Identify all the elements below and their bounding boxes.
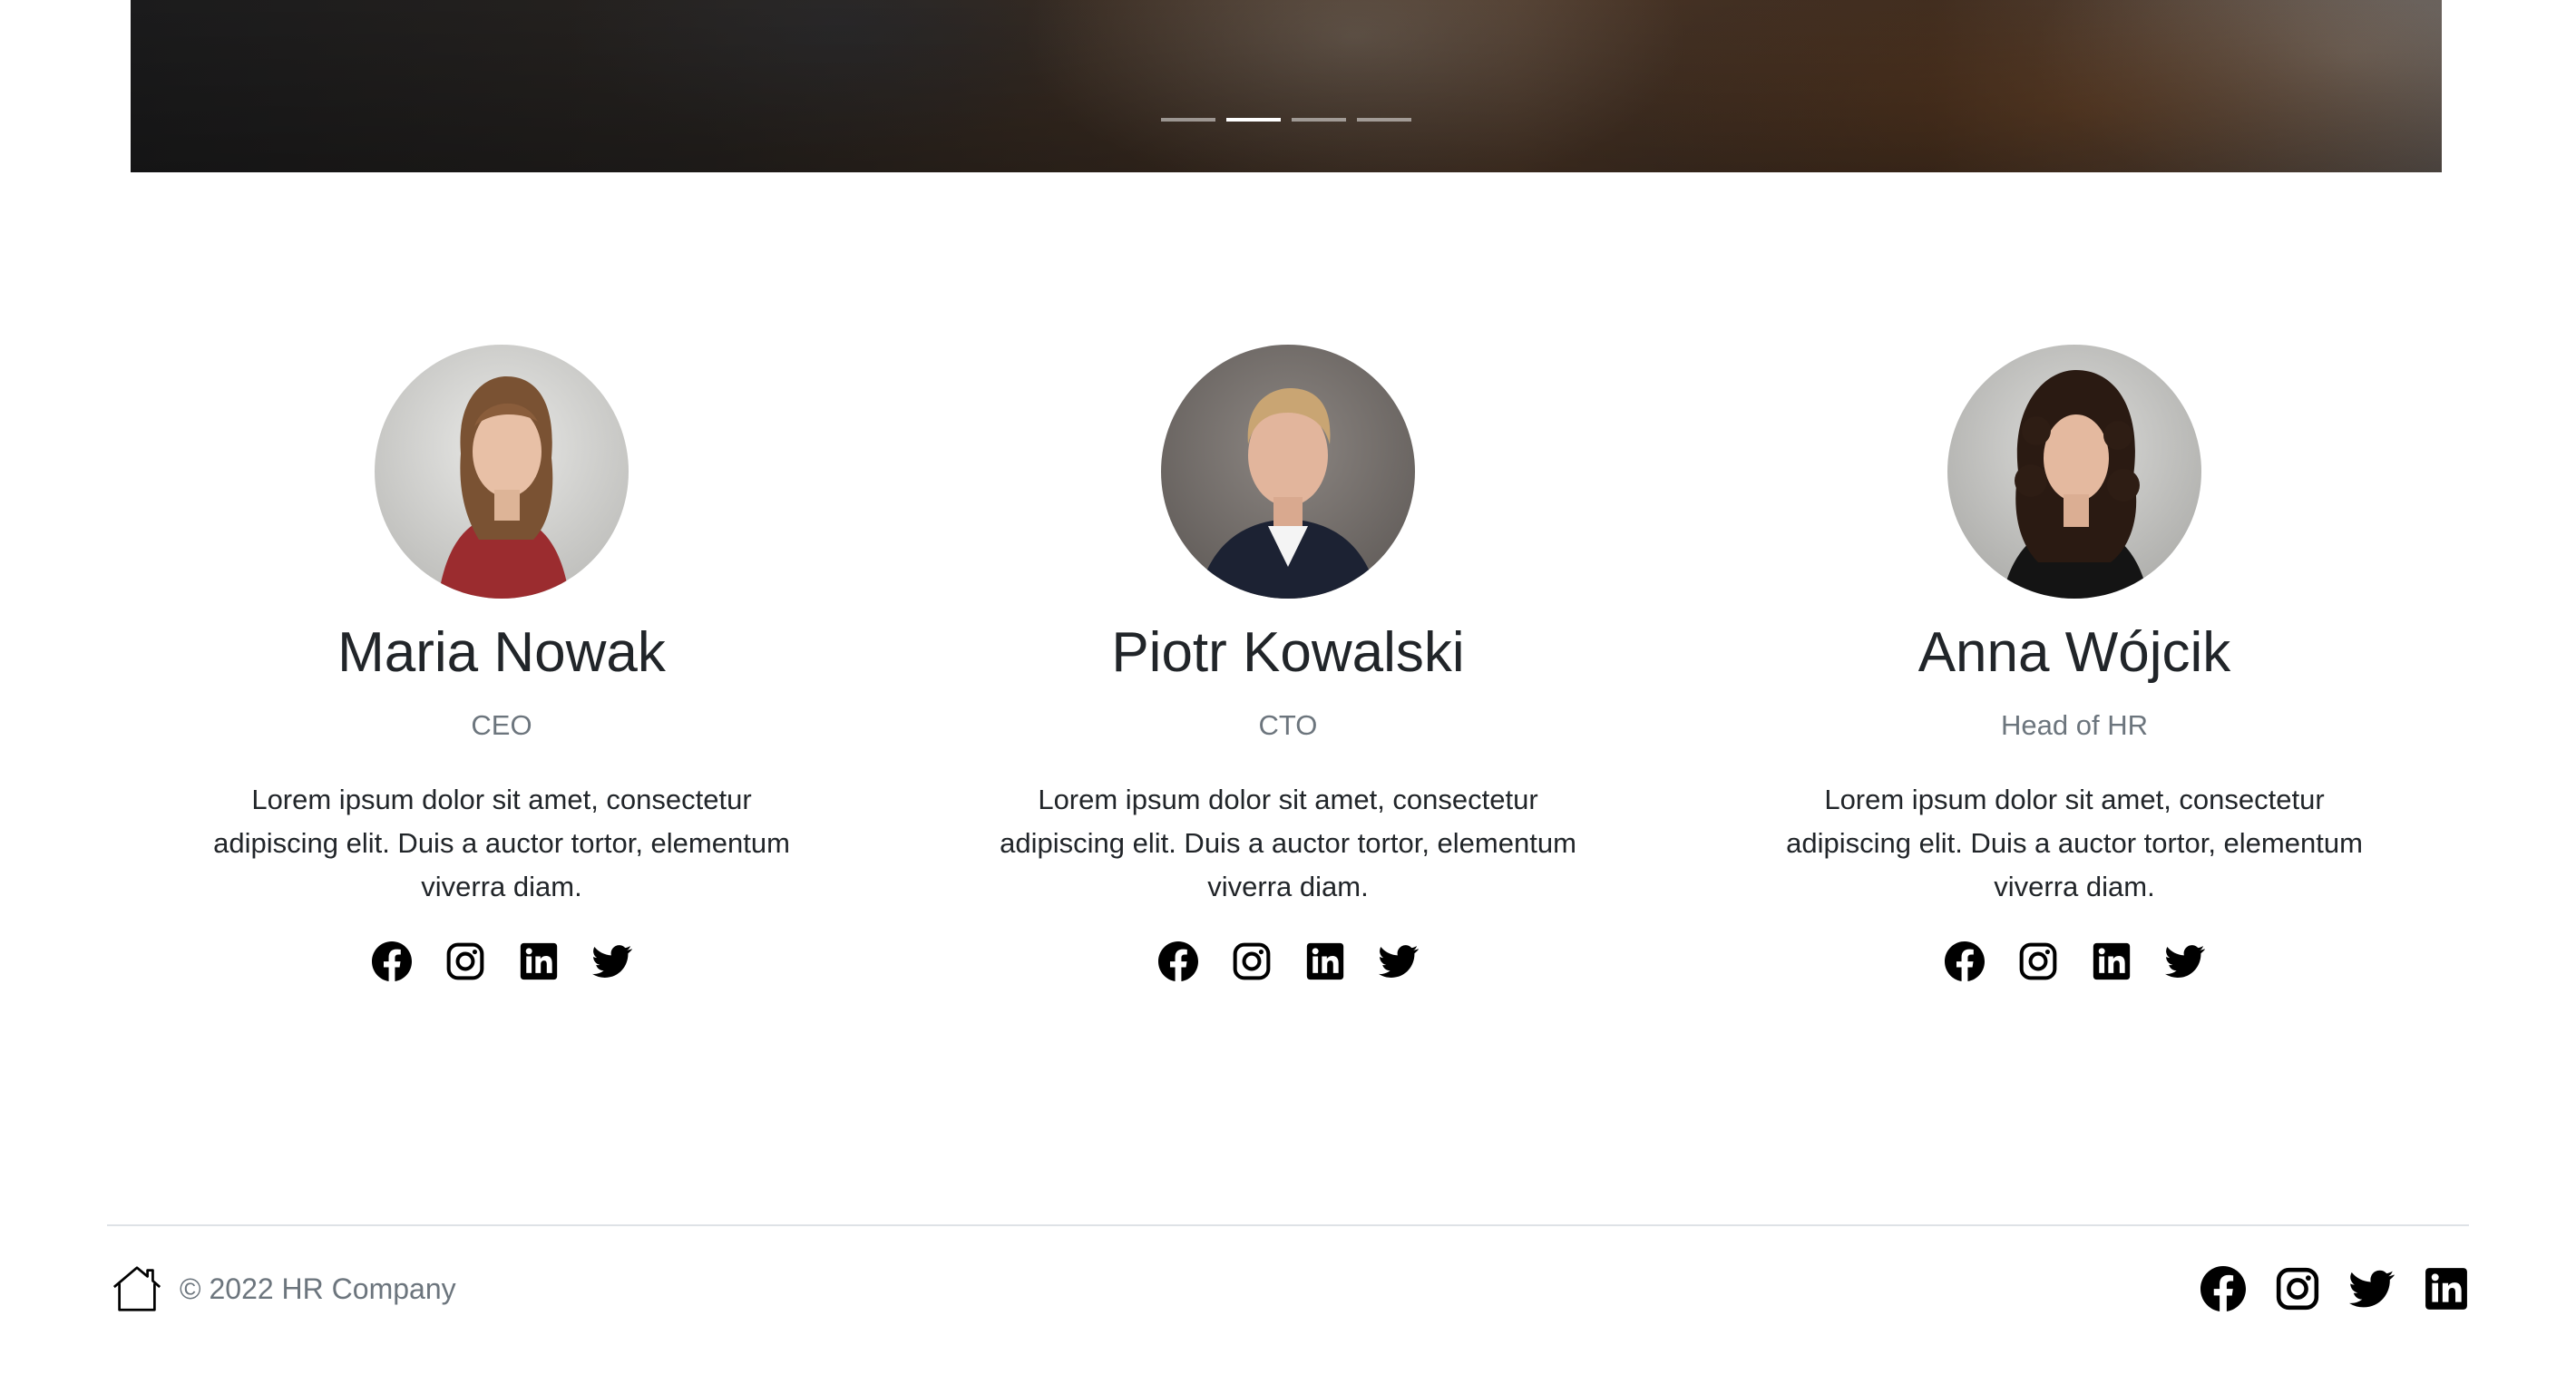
member-role: CEO (471, 709, 532, 741)
facebook-icon[interactable] (1157, 941, 1198, 981)
home-icon[interactable] (109, 1261, 165, 1317)
page: Maria Nowak CEO Lorem ipsum dolor sit am… (0, 0, 2576, 1384)
copyright-text: © 2022 HR Company (180, 1272, 456, 1305)
team-member-card: Maria Nowak CEO Lorem ipsum dolor sit am… (175, 345, 828, 981)
member-name: Anna Wójcik (1917, 621, 2231, 684)
team-section: Maria Nowak CEO Lorem ipsum dolor sit am… (0, 345, 2576, 1016)
instagram-icon[interactable] (1232, 941, 1272, 981)
member-bio: Lorem ipsum dolor sit amet, consectetur … (213, 784, 790, 902)
linkedin-icon[interactable] (1305, 941, 1345, 981)
linkedin-icon[interactable] (2092, 941, 2132, 981)
carousel-indicator-2[interactable] (1226, 118, 1281, 122)
carousel-indicator-3[interactable] (1292, 118, 1346, 122)
footer-social-links (2200, 1266, 2469, 1311)
linkedin-icon[interactable] (2424, 1266, 2469, 1311)
avatar (1947, 345, 2201, 599)
twitter-icon[interactable] (2349, 1266, 2395, 1311)
hero-image-overlay (131, 0, 2442, 172)
twitter-icon[interactable] (2164, 941, 2205, 981)
member-bio: Lorem ipsum dolor sit amet, consectetur … (1786, 784, 2363, 902)
facebook-icon[interactable] (371, 941, 412, 981)
carousel-indicators (1161, 118, 1411, 122)
member-social-links (961, 941, 1615, 981)
avatar (1161, 345, 1415, 599)
instagram-icon[interactable] (445, 941, 485, 981)
member-role: CTO (1258, 709, 1318, 741)
team-member-card: Anna Wójcik Head of HR Lorem ipsum dolor… (1748, 345, 2401, 981)
instagram-icon[interactable] (2275, 1266, 2320, 1311)
team-member-card: Piotr Kowalski CTO Lorem ipsum dolor sit… (961, 345, 1615, 981)
footer-brand: © 2022 HR Company (109, 1261, 456, 1317)
carousel-indicator-4[interactable] (1357, 118, 1411, 122)
twitter-icon[interactable] (1378, 941, 1419, 981)
footer: © 2022 HR Company (107, 1224, 2469, 1353)
instagram-icon[interactable] (2018, 941, 2058, 981)
linkedin-icon[interactable] (519, 941, 559, 981)
facebook-icon[interactable] (2200, 1266, 2246, 1311)
carousel-indicator-1[interactable] (1161, 118, 1215, 122)
member-social-links (1748, 941, 2401, 981)
member-name: Piotr Kowalski (1111, 621, 1465, 684)
member-social-links (175, 941, 828, 981)
member-role: Head of HR (2001, 709, 2148, 741)
twitter-icon[interactable] (591, 941, 632, 981)
facebook-icon[interactable] (1944, 941, 1985, 981)
member-bio: Lorem ipsum dolor sit amet, consectetur … (1000, 784, 1576, 902)
member-name: Maria Nowak (337, 621, 666, 684)
avatar (375, 345, 629, 599)
hero-carousel[interactable] (131, 0, 2442, 172)
